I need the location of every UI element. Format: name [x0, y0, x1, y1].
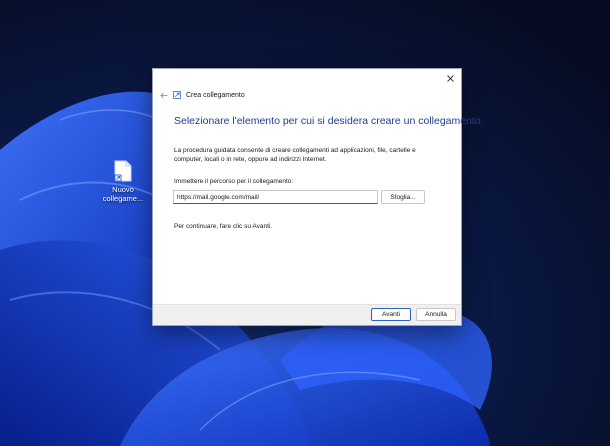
browse-button[interactable]: Sfoglia... — [381, 190, 425, 204]
path-label: Immettere il percorso per il collegament… — [174, 178, 294, 185]
title-bar — [153, 69, 461, 87]
next-button[interactable]: Avanti — [371, 308, 411, 321]
continue-instruction: Per continuare, fare clic su Avanti. — [174, 223, 273, 230]
shortcut-wizard-icon — [173, 90, 183, 100]
back-arrow-icon — [160, 92, 168, 98]
wizard-description: La procedura guidata consente di creare … — [174, 147, 416, 163]
wizard-title: Crea collegamento — [186, 91, 245, 99]
desktop-shortcut-label: Nuovo collegame... — [102, 185, 144, 203]
wizard-header: Crea collegamento — [159, 89, 245, 101]
file-icon — [114, 160, 132, 182]
close-button[interactable] — [443, 71, 457, 85]
page-heading: Selezionare l'elemento per cui si deside… — [174, 115, 484, 127]
path-input[interactable] — [173, 190, 378, 204]
cancel-button[interactable]: Annulla — [416, 308, 456, 321]
desktop: Nuovo collegame... Crea collegamento Sel… — [0, 0, 610, 446]
dialog-footer: Avanti Annulla — [153, 304, 461, 325]
back-button[interactable] — [159, 90, 169, 100]
close-icon — [446, 74, 454, 82]
create-shortcut-dialog: Crea collegamento Selezionare l'elemento… — [152, 68, 484, 326]
desktop-shortcut[interactable]: Nuovo collegame... — [99, 160, 147, 203]
